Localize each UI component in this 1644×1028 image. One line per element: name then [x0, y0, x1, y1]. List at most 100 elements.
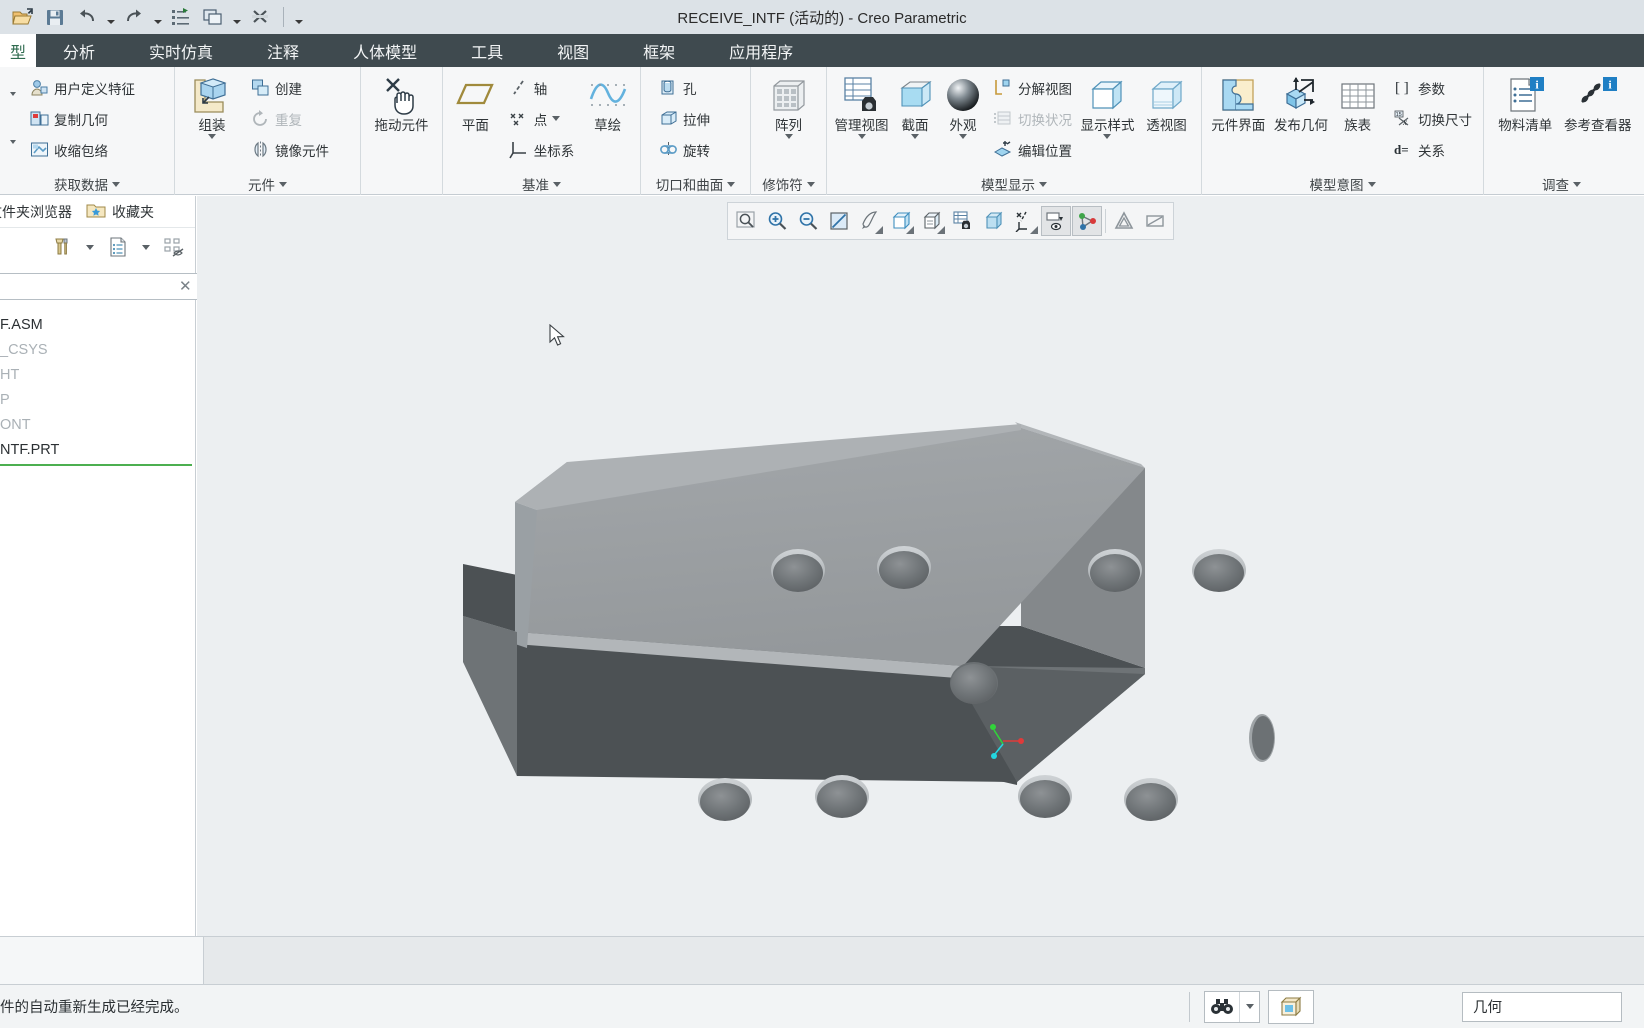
ribbon-group-title-component[interactable]: 元件 — [181, 173, 354, 195]
chevron-down-icon[interactable] — [911, 134, 919, 139]
bill-of-materials-button[interactable]: i 物料清单 — [1490, 70, 1561, 133]
chevron-down-icon[interactable] — [958, 134, 967, 139]
chevron-down-icon[interactable] — [857, 134, 866, 139]
chevron-down-icon[interactable] — [6, 85, 20, 103]
chevron-down-icon[interactable] — [1239, 991, 1259, 1022]
hole-button[interactable]: 孔 — [653, 72, 715, 103]
sketch-button[interactable]: 草绘 — [581, 70, 634, 133]
nav-tab-favorites[interactable]: 收藏夹 — [86, 202, 154, 222]
window-icon[interactable] — [198, 3, 228, 31]
open-icon[interactable] — [8, 3, 38, 31]
tab-live-simulation[interactable]: 实时仿真 — [122, 34, 240, 67]
tab-model[interactable]: 型 — [0, 34, 37, 67]
graphics-viewport[interactable] — [197, 196, 1644, 936]
redo-icon[interactable] — [119, 3, 149, 31]
chevron-down-icon[interactable] — [1030, 226, 1038, 234]
ribbon-group-title-datum[interactable]: 基准 — [449, 173, 634, 195]
close-icon[interactable]: ✕ — [177, 277, 194, 295]
ribbon-group-title-modifiers[interactable]: 修饰符 — [757, 173, 820, 195]
view-manager-icon[interactable] — [948, 206, 978, 236]
chevron-down-icon[interactable] — [208, 134, 216, 139]
family-table-button[interactable]: 族表 — [1333, 70, 1382, 133]
display-style-button[interactable]: 显示样式 — [1079, 70, 1136, 139]
perspective-view-button[interactable]: 透视图 — [1138, 70, 1195, 133]
tree-item-assembly[interactable]: F.ASM — [0, 312, 195, 337]
edit-position-button[interactable]: 编辑位置 — [988, 134, 1077, 165]
reference-viewer-button[interactable]: i 参考查看器 — [1563, 70, 1634, 133]
switch-dimensions-button[interactable]: 15 x 切换尺寸 — [1388, 103, 1477, 134]
tree-item-top[interactable]: P — [0, 387, 195, 412]
chevron-down-icon[interactable] — [133, 233, 159, 261]
repaint-icon[interactable] — [855, 206, 885, 236]
show-tree-columns-icon[interactable] — [105, 233, 131, 261]
revolve-button[interactable]: 旋转 — [653, 134, 715, 165]
window-dropdown-arrow[interactable] — [230, 3, 243, 31]
tree-item-part[interactable]: NTF.PRT — [0, 437, 195, 462]
ribbon-group-title-model-display[interactable]: 模型显示 — [833, 173, 1195, 195]
datum-plane-button[interactable]: 平面 — [449, 70, 502, 133]
drag-component-button[interactable]: 拖动元件 — [367, 70, 436, 133]
model-view-icon[interactable] — [1268, 989, 1314, 1024]
spin-center-icon[interactable] — [1072, 206, 1102, 236]
tab-tools[interactable]: 工具 — [444, 34, 530, 67]
pattern-button[interactable]: 阵列 — [758, 70, 820, 139]
coordinate-system-button[interactable]: 坐标系 — [504, 134, 580, 165]
axis-button[interactable]: 轴 — [504, 72, 580, 103]
search-input[interactable] — [0, 277, 177, 295]
copy-geometry-button[interactable]: 复制几何 — [24, 103, 140, 134]
relations-button[interactable]: d= 关系 — [1388, 134, 1477, 165]
mirror-component-button[interactable]: 镜像元件 — [245, 134, 334, 165]
undo-dropdown-arrow[interactable] — [104, 3, 117, 31]
ribbon-group-title-investigate[interactable]: 调查 — [1490, 173, 1633, 195]
datum-display-icon[interactable] — [1010, 206, 1040, 236]
settings-tools-icon[interactable] — [49, 233, 75, 261]
tab-human-model[interactable]: 人体模型 — [326, 34, 444, 67]
manage-views-button[interactable]: 管理视图 — [833, 70, 890, 139]
chevron-down-icon[interactable] — [6, 133, 20, 151]
create-button[interactable]: 创建 — [245, 72, 334, 103]
ribbon-group-title-cuts-surfaces[interactable]: 切口和曲面 — [647, 173, 744, 195]
undo-icon[interactable] — [72, 3, 102, 31]
ribbon-group-title-get-data[interactable]: 获取数据 — [6, 173, 168, 195]
chevron-down-icon[interactable] — [906, 226, 914, 234]
tree-item-front[interactable]: ONT — [0, 412, 195, 437]
tab-annotate[interactable]: 注释 — [240, 34, 326, 67]
zoom-to-fit-icon[interactable] — [731, 206, 761, 236]
tree-item-right[interactable]: HT — [0, 362, 195, 387]
zoom-out-icon[interactable] — [793, 206, 823, 236]
nav-tab-folder-browser[interactable]: 文件夹浏览器 — [0, 202, 72, 222]
appearance-gallery-icon[interactable] — [1109, 206, 1139, 236]
tab-analysis[interactable]: 分析 — [36, 34, 122, 67]
exploded-view-button[interactable]: 分解视图 — [988, 72, 1077, 103]
binoculars-icon[interactable] — [1205, 992, 1239, 1022]
close-window-icon[interactable] — [245, 3, 275, 31]
save-icon[interactable] — [40, 3, 70, 31]
extrude-button[interactable]: 拉伸 — [653, 103, 715, 134]
publish-geometry-button[interactable]: 发布几何 — [1271, 70, 1332, 133]
parameters-button[interactable]: [ ] 参数 — [1388, 72, 1477, 103]
tab-applications[interactable]: 应用程序 — [702, 34, 820, 67]
chevron-down-icon[interactable] — [77, 233, 103, 261]
saved-views-icon[interactable] — [917, 206, 947, 236]
section-display-icon[interactable] — [1140, 206, 1170, 236]
model-3d[interactable] — [197, 196, 1644, 936]
section-button[interactable]: 截面 — [892, 70, 938, 139]
tab-framework[interactable]: 框架 — [616, 34, 702, 67]
chevron-down-icon[interactable] — [784, 134, 793, 139]
chevron-down-icon[interactable] — [937, 226, 945, 234]
regenerate-icon[interactable] — [166, 3, 196, 31]
selection-filter[interactable]: 几何 — [1462, 991, 1622, 1022]
search-input-wrapper[interactable]: ✕ — [0, 272, 199, 300]
chevron-down-icon[interactable] — [1103, 134, 1112, 139]
udf-button[interactable]: 用户定义特征 — [24, 72, 140, 103]
chevron-down-icon[interactable] — [875, 226, 883, 234]
ribbon-group-title-model-intent[interactable]: 模型意图 — [1208, 173, 1477, 195]
display-style-icon[interactable] — [886, 206, 916, 236]
point-button[interactable]: 点 — [504, 103, 580, 134]
component-interface-button[interactable]: 元件界面 — [1208, 70, 1269, 133]
assemble-button[interactable]: 组装 — [181, 70, 243, 139]
perspective-icon[interactable] — [979, 206, 1009, 236]
tree-item-csys[interactable]: _CSYS — [0, 337, 195, 362]
tab-view[interactable]: 视图 — [530, 34, 616, 67]
customize-icon[interactable] — [292, 3, 305, 31]
